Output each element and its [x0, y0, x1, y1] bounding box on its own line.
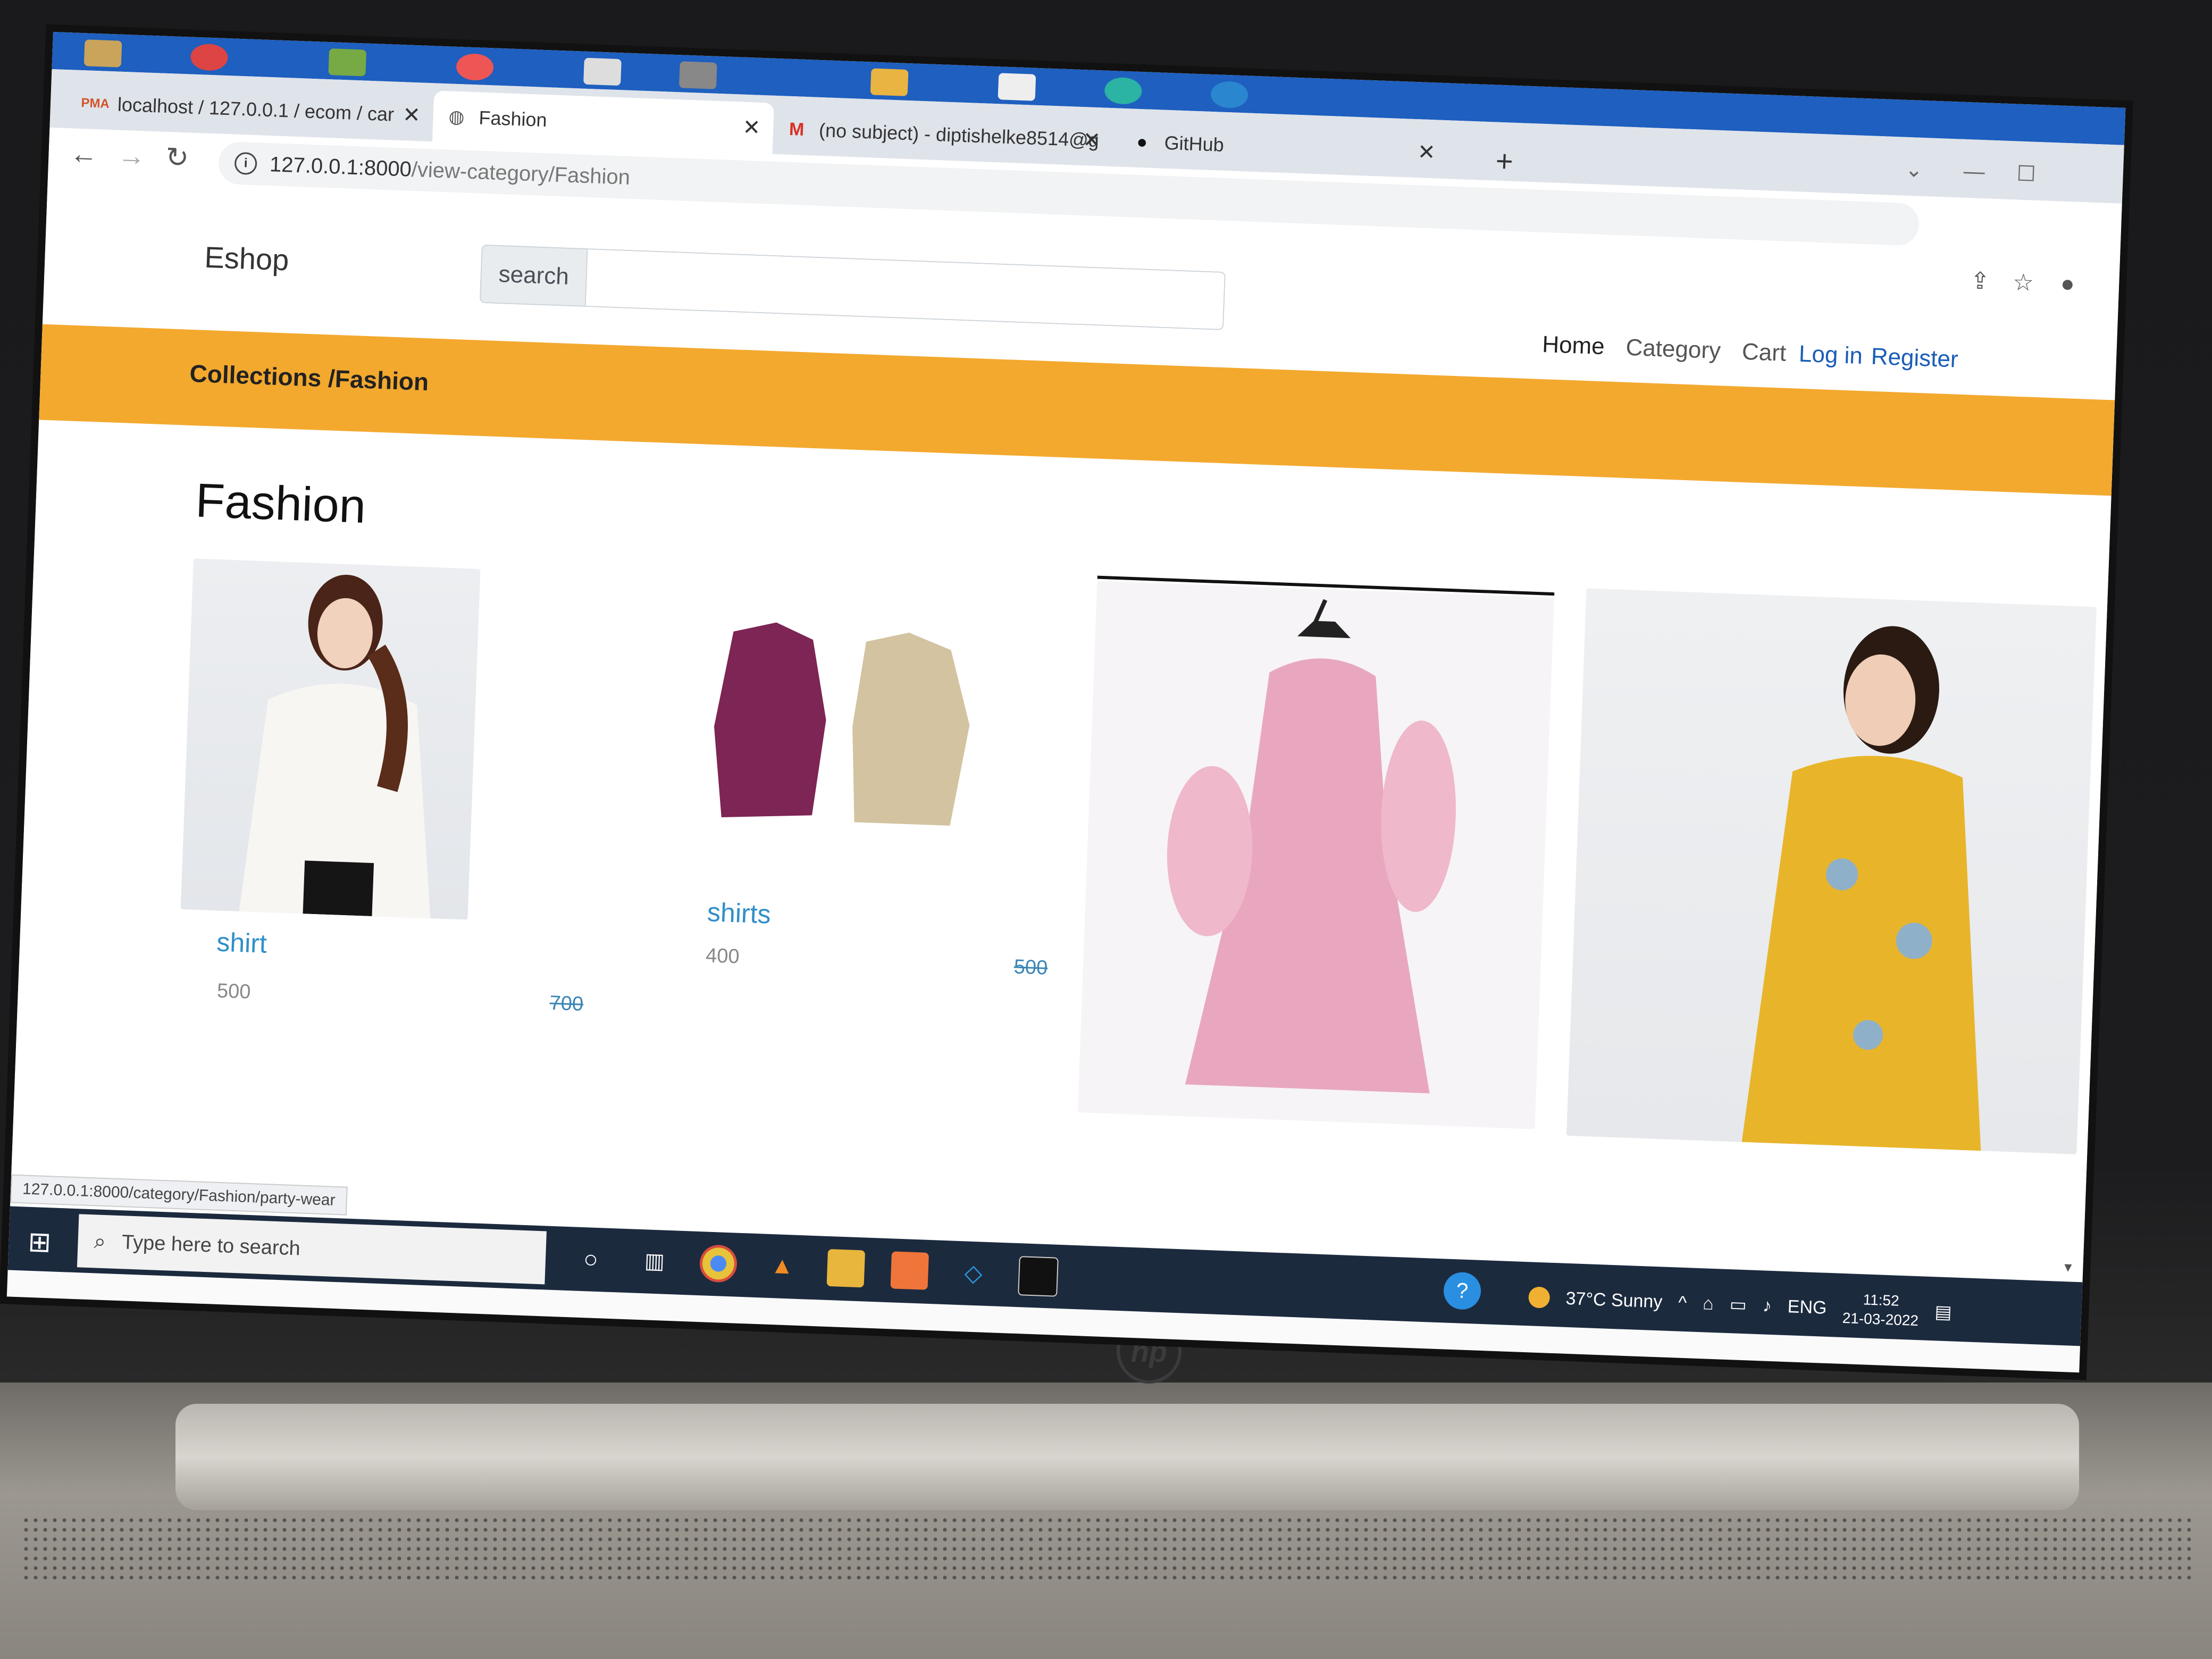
file-explorer-icon[interactable]	[826, 1249, 866, 1288]
scroll-down-arrow-icon[interactable]: ▼	[2062, 1260, 2075, 1276]
phpmyadmin-icon: PMA	[80, 96, 110, 111]
clock-time: 11:52	[1863, 1291, 1900, 1309]
windows-start-icon[interactable]: ⊞	[27, 1226, 52, 1259]
desktop-file-icon[interactable]	[998, 73, 1036, 101]
vlc-icon[interactable]: ▲	[763, 1247, 802, 1286]
xampp-icon[interactable]	[890, 1251, 929, 1290]
product-image[interactable]	[180, 558, 481, 920]
system-tray: 37°C Sunny ^ ⌂ ▭ ♪ ENG 11:52 21-03-2022 …	[1528, 1278, 1953, 1331]
product-name[interactable]: shirts	[707, 896, 772, 929]
product-original-price: 700	[549, 992, 584, 1016]
desktop-edge-icon[interactable]	[1104, 77, 1143, 105]
product-selling-price: 400	[705, 944, 740, 968]
share-icon[interactable]: ⇪	[1970, 267, 1990, 295]
nav-register-link[interactable]: Register	[1871, 343, 1959, 373]
desktop-chrome-icon[interactable]	[190, 43, 229, 72]
search-icon: ⌕	[93, 1229, 106, 1253]
close-icon[interactable]: ✕	[742, 115, 761, 140]
nav-category-link[interactable]: Category	[1626, 334, 1721, 365]
taskbar-clock[interactable]: 11:52 21-03-2022	[1842, 1289, 1920, 1330]
new-tab-button[interactable]: +	[1495, 144, 1514, 179]
main-nav: Home Category Cart Log in Register	[1541, 331, 1958, 373]
back-arrow-icon[interactable]: ←	[70, 138, 98, 171]
tray-chevron-up-icon[interactable]: ^	[1678, 1292, 1687, 1313]
desktop-app-icon[interactable]	[678, 61, 717, 89]
volume-icon[interactable]: ♪	[1762, 1295, 1772, 1317]
weather-text[interactable]: 37°C Sunny	[1565, 1288, 1663, 1312]
product-card[interactable]	[1077, 575, 1555, 1129]
breadcrumb[interactable]: Collections /Fashion	[189, 359, 430, 396]
tab-search-chevron-icon[interactable]: ⌄	[1905, 157, 1923, 182]
chrome-icon[interactable]	[699, 1244, 738, 1283]
maximize-button[interactable]: ☐	[2016, 162, 2037, 187]
product-image[interactable]	[1566, 588, 2097, 1154]
reload-icon[interactable]: ↻	[165, 141, 189, 174]
terminal-icon[interactable]	[1018, 1256, 1059, 1297]
product-original-price: 500	[1013, 956, 1048, 979]
tab-title: Fashion	[478, 106, 548, 131]
taskbar-search-box[interactable]: ⌕ Type here to search	[77, 1214, 547, 1285]
product-card[interactable]	[1566, 588, 2097, 1154]
tab-title: GitHub	[1164, 131, 1225, 156]
minimize-button[interactable]: —	[1963, 160, 1985, 184]
sun-weather-icon[interactable]	[1528, 1286, 1551, 1309]
network-icon[interactable]: ⌂	[1703, 1293, 1714, 1314]
close-icon[interactable]: ✕	[1083, 128, 1101, 153]
product-selling-price: 500	[216, 979, 252, 1003]
nav-home-link[interactable]: Home	[1541, 331, 1605, 360]
notification-icon[interactable]: ▤	[1934, 1301, 1953, 1323]
profile-avatar-icon[interactable]: ●	[2060, 271, 2075, 298]
task-view-icon[interactable]: ▥	[635, 1242, 674, 1281]
site-info-icon[interactable]: i	[234, 152, 257, 175]
cortana-icon[interactable]: ○	[572, 1239, 610, 1278]
yellow-dress-image	[1741, 626, 1981, 1151]
search-input[interactable]	[585, 248, 1226, 331]
battery-icon[interactable]: ▭	[1729, 1294, 1747, 1316]
tab-title: (no subject) - diptishelke8514@g	[818, 119, 1100, 152]
globe-icon: ◍	[448, 106, 465, 128]
search-label: search	[479, 244, 588, 307]
taskbar-search-placeholder: Type here to search	[121, 1230, 301, 1260]
speaker-grill	[21, 1515, 2191, 1579]
tab-title: localhost / 127.0.0.1 / ecom / car	[117, 93, 395, 125]
close-icon[interactable]: ✕	[402, 103, 421, 128]
laptop-hinge	[175, 1404, 2079, 1510]
bookmark-star-icon[interactable]: ☆	[2012, 269, 2034, 296]
nav-login-link[interactable]: Log in	[1798, 341, 1863, 370]
product-card[interactable]: shirt 500 700	[174, 558, 630, 1106]
desktop-app-icon[interactable]	[583, 57, 622, 86]
vscode-icon[interactable]: ◇	[954, 1254, 993, 1293]
web-page: ⇪ ☆ ● Eshop search Home Category Cart Lo…	[10, 186, 2120, 1283]
url-host: 127.0.0.1:8000	[269, 152, 412, 181]
shirts-image	[714, 622, 970, 826]
product-image[interactable]	[677, 608, 1006, 865]
desktop-folder-icon[interactable]	[83, 39, 122, 68]
nav-cart-link[interactable]: Cart	[1741, 339, 1787, 367]
desktop-edge-icon[interactable]	[1210, 80, 1249, 109]
help-icon[interactable]: ?	[1443, 1271, 1482, 1310]
desktop-app-icon[interactable]	[456, 53, 495, 81]
pink-dress-image	[1167, 599, 1456, 1094]
github-icon: ●	[1136, 131, 1148, 153]
woman-white-shirt-image	[239, 574, 431, 919]
product-name[interactable]: shirt	[216, 926, 267, 959]
brand-logo[interactable]: Eshop	[204, 240, 290, 278]
product-card[interactable]: shirts 400 500	[625, 575, 1081, 1122]
gmail-icon: M	[789, 119, 805, 140]
language-indicator[interactable]: ENG	[1787, 1296, 1827, 1319]
clock-date: 21-03-2022	[1842, 1309, 1919, 1329]
forward-arrow-icon[interactable]: →	[117, 140, 146, 173]
page-title: Fashion	[195, 474, 367, 534]
search-group: search	[479, 244, 1226, 331]
photo-scene: hp PMA localhost / 127.0.0.1 / ecom / ca…	[0, 0, 2212, 1659]
close-icon[interactable]: ✕	[1417, 140, 1436, 165]
url-path: /view-category/Fashion	[411, 157, 631, 189]
product-image[interactable]	[1077, 581, 1554, 1129]
laptop-screen: PMA localhost / 127.0.0.1 / ecom / car ✕…	[6, 32, 2126, 1373]
desktop-app-icon[interactable]	[328, 48, 367, 77]
desktop-folder-icon[interactable]	[870, 68, 909, 96]
